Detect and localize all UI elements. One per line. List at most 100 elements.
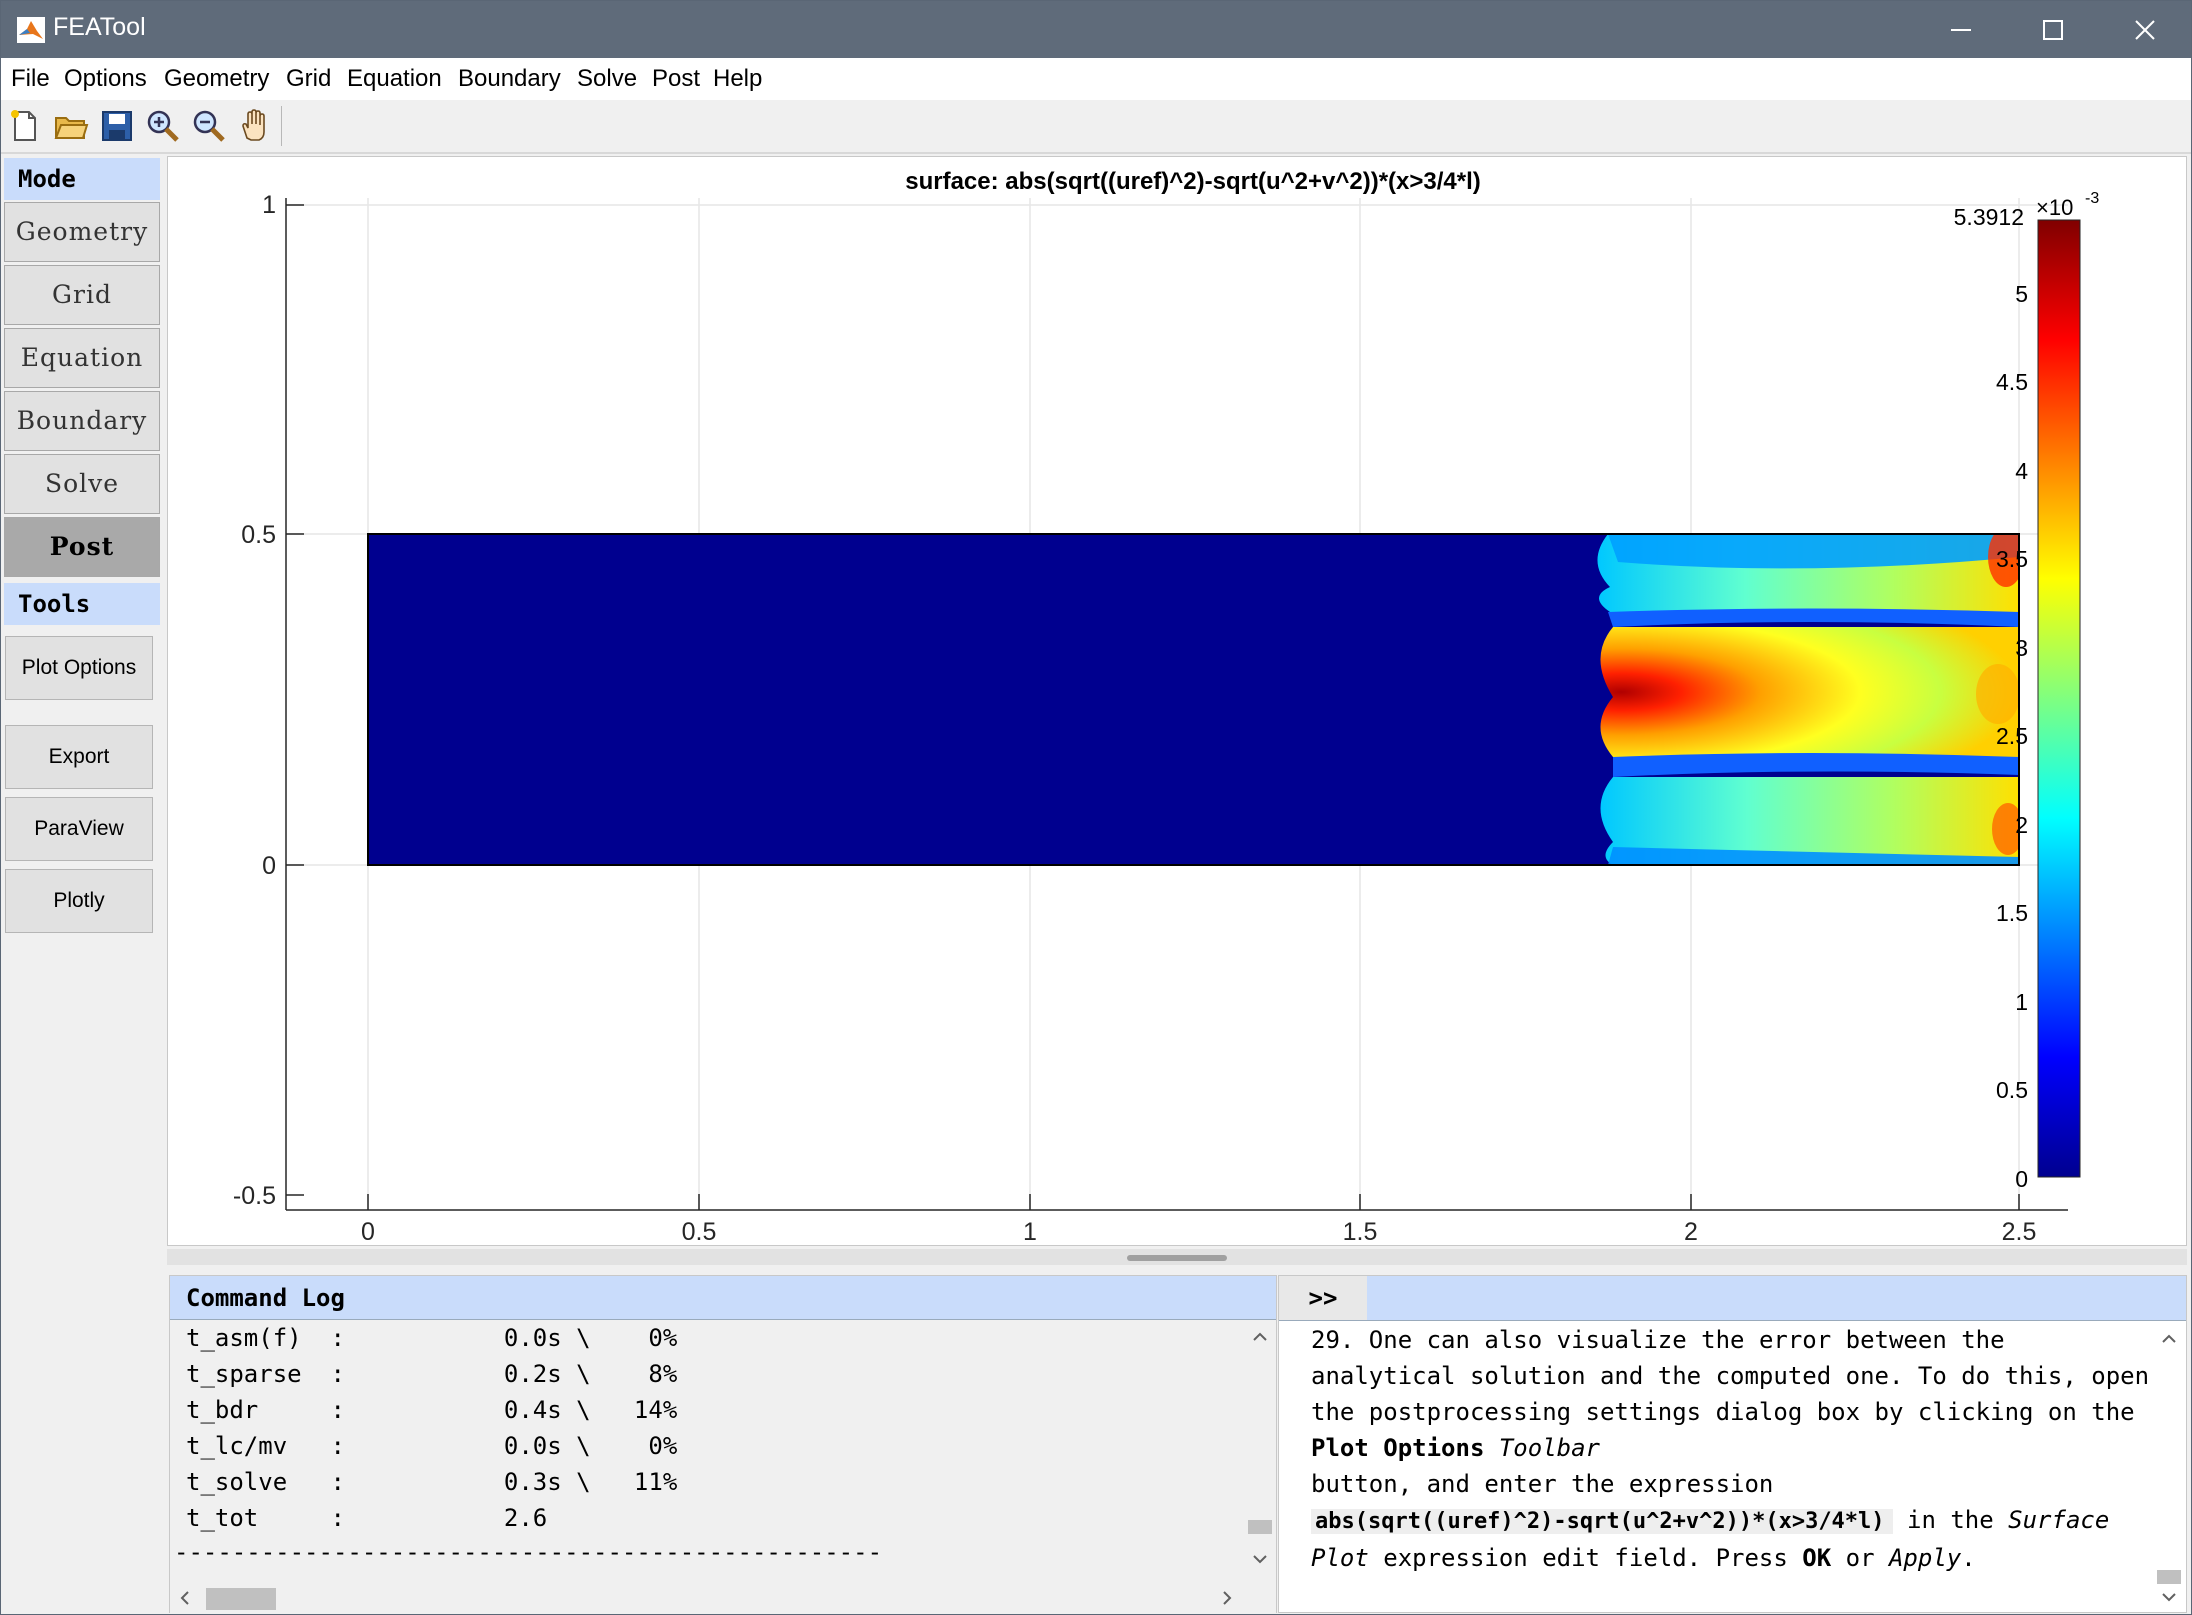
menu-geometry[interactable]: Geometry [164,65,269,93]
colorbar-exponent: -3 [2085,190,2099,207]
colorbar-exponent-base: ×10 [2036,195,2073,220]
menu-equation[interactable]: Equation [347,65,442,93]
mode-button-equation[interactable]: Equation [4,328,160,388]
plot-axes[interactable]: surface: abs(sqrt((uref)^2)-sqrt(u^2+v^2… [168,157,2186,1246]
mode-button-solve[interactable]: Solve [4,454,160,514]
colorbar-tick-label: 5 [2015,281,2028,307]
colorbar-tick-label: 1 [2015,989,2028,1015]
log-line: t_bdr : 0.4s \ 14% [186,1396,678,1424]
maximize-icon [2043,19,2063,40]
help-panel: >> 29. One can also visualize the error … [1278,1275,2187,1613]
menu-file[interactable]: File [11,65,50,93]
surface-plot [368,534,2019,865]
mode-header: Mode [4,158,160,200]
log-vertical-scrollbar[interactable] [1244,1320,1276,1582]
help-text-part: One can also visualize the error between… [1311,1326,2150,1426]
x-tick-label: 2.5 [2002,1218,2037,1245]
help-text-part: . [1961,1544,1976,1572]
log-line: t_asm(f) : 0.0s \ 0% [186,1324,678,1352]
help-text-part: expression edit field. Press [1368,1544,1803,1572]
toolbar [1,100,2191,154]
help-header [1367,1276,2186,1321]
colorbar-max-label: 5.3912 [1954,204,2024,230]
menu-grid[interactable]: Grid [286,65,331,93]
minimize-icon [1951,28,1971,31]
close-button[interactable] [2099,1,2191,58]
help-step-number: 29. [1311,1326,1355,1354]
zoom-out-icon[interactable] [191,108,227,144]
y-tick-label: 0 [262,852,276,880]
scrollbar-arrows [2157,1334,2181,1602]
title-bar: FEATool [1,1,2191,58]
x-tick-label: 1 [1023,1218,1037,1245]
log-line: t_solve : 0.3s \ 11% [186,1468,678,1496]
matlab-logo-icon [17,17,45,43]
help-text-part: or [1831,1544,1889,1572]
menu-post[interactable]: Post [652,65,700,93]
log-line: t_lc/mv : 0.0s \ 0% [186,1432,678,1460]
scrollbar-arrows [180,1588,1232,1610]
window-title: FEATool [53,13,146,41]
colorbar-tick-label: 0.5 [1996,1077,2028,1103]
colorbar [2037,219,2081,1178]
mode-button-geometry[interactable]: Geometry [4,202,160,262]
command-log-panel: Command Log _ t_asm(f) : 0.0s \ 0% t_spa… [169,1275,1277,1614]
plot-title: surface: abs(sqrt((uref)^2)-sqrt(u^2+v^2… [905,168,1481,195]
help-text-part: button, and enter the expression [1311,1470,1774,1498]
colorbar-tick-label: 2.5 [1996,723,2028,749]
save-disk-icon[interactable] [99,108,135,144]
colorbar-tick-label: 2 [2015,812,2028,838]
colorbar-tick-label: 3 [2015,635,2028,661]
mode-button-grid[interactable]: Grid [4,265,160,325]
log-line: t_tot : 2.6 [186,1504,548,1532]
menu-solve[interactable]: Solve [577,65,637,93]
mode-button-boundary[interactable]: Boundary [4,391,160,451]
colorbar-tick-label: 4.5 [1996,369,2028,395]
menu-options[interactable]: Options [64,65,147,93]
help-italic-apply: Apply [1888,1544,1962,1572]
log-line: t_sparse : 0.2s \ 8% [186,1360,678,1388]
splitter-grip[interactable] [1127,1255,1227,1261]
plotly-button[interactable]: Plotly [5,869,153,933]
export-button[interactable]: Export [5,725,153,789]
log-line: ----------------------------------------… [174,1538,883,1566]
x-tick-label: 0 [361,1218,375,1245]
command-log-text[interactable]: _ t_asm(f) : 0.0s \ 0% t_sparse : 0.2s \… [170,1320,1244,1582]
maximize-button[interactable] [2007,1,2099,58]
scrollbar-arrows [1248,1332,1272,1564]
menu-help[interactable]: Help [713,65,762,93]
help-italic-toolbar: Toolbar [1498,1434,1600,1462]
command-log-header: Command Log [170,1276,1276,1320]
plot-options-button[interactable]: Plot Options [5,636,153,700]
y-tick-label: -0.5 [233,1182,276,1210]
help-code-expression: abs(sqrt((uref)^2)-sqrt(u^2+v^2))*(x>3/4… [1311,1509,1893,1534]
log-horizontal-scrollbar[interactable] [170,1582,1276,1614]
menu-bar: File Options Geometry Grid Equation Boun… [1,58,2191,101]
x-tick-label: 1.5 [1343,1218,1378,1245]
new-file-icon[interactable] [7,108,43,144]
paraview-button[interactable]: ParaView [5,797,153,861]
x-tick-label: 0.5 [682,1218,717,1245]
minimize-button[interactable] [1915,1,2007,58]
open-folder-icon[interactable] [53,108,89,144]
pan-hand-icon[interactable] [237,108,273,144]
help-bold-plot-options: Plot Options [1311,1434,1485,1462]
y-tick-label: 0.5 [241,521,276,549]
close-icon [2135,19,2155,40]
zoom-in-icon[interactable] [145,108,181,144]
toolbar-separator [281,106,282,146]
mode-button-post[interactable]: Post [4,517,160,577]
featool-window: FEATool File Options Geometry Grid Equat… [0,0,2192,1615]
tools-header: Tools [4,583,160,625]
colorbar-tick-label: 3.5 [1996,546,2028,572]
colorbar-tick-label: 0 [2015,1166,2028,1192]
help-vertical-scrollbar[interactable] [2153,1322,2185,1612]
y-tick-label: 1 [262,191,276,219]
expand-help-button[interactable]: >> [1279,1276,1368,1321]
plot-panel: surface: abs(sqrt((uref)^2)-sqrt(u^2+v^2… [167,156,2187,1246]
help-text[interactable]: 29. One can also visualize the error bet… [1311,1322,2151,1612]
sidebar: Mode Geometry Grid Equation Boundary Sol… [1,154,165,1614]
panel-splitter[interactable] [167,1249,2187,1265]
menu-boundary[interactable]: Boundary [458,65,561,93]
help-bold-ok: OK [1802,1544,1832,1572]
